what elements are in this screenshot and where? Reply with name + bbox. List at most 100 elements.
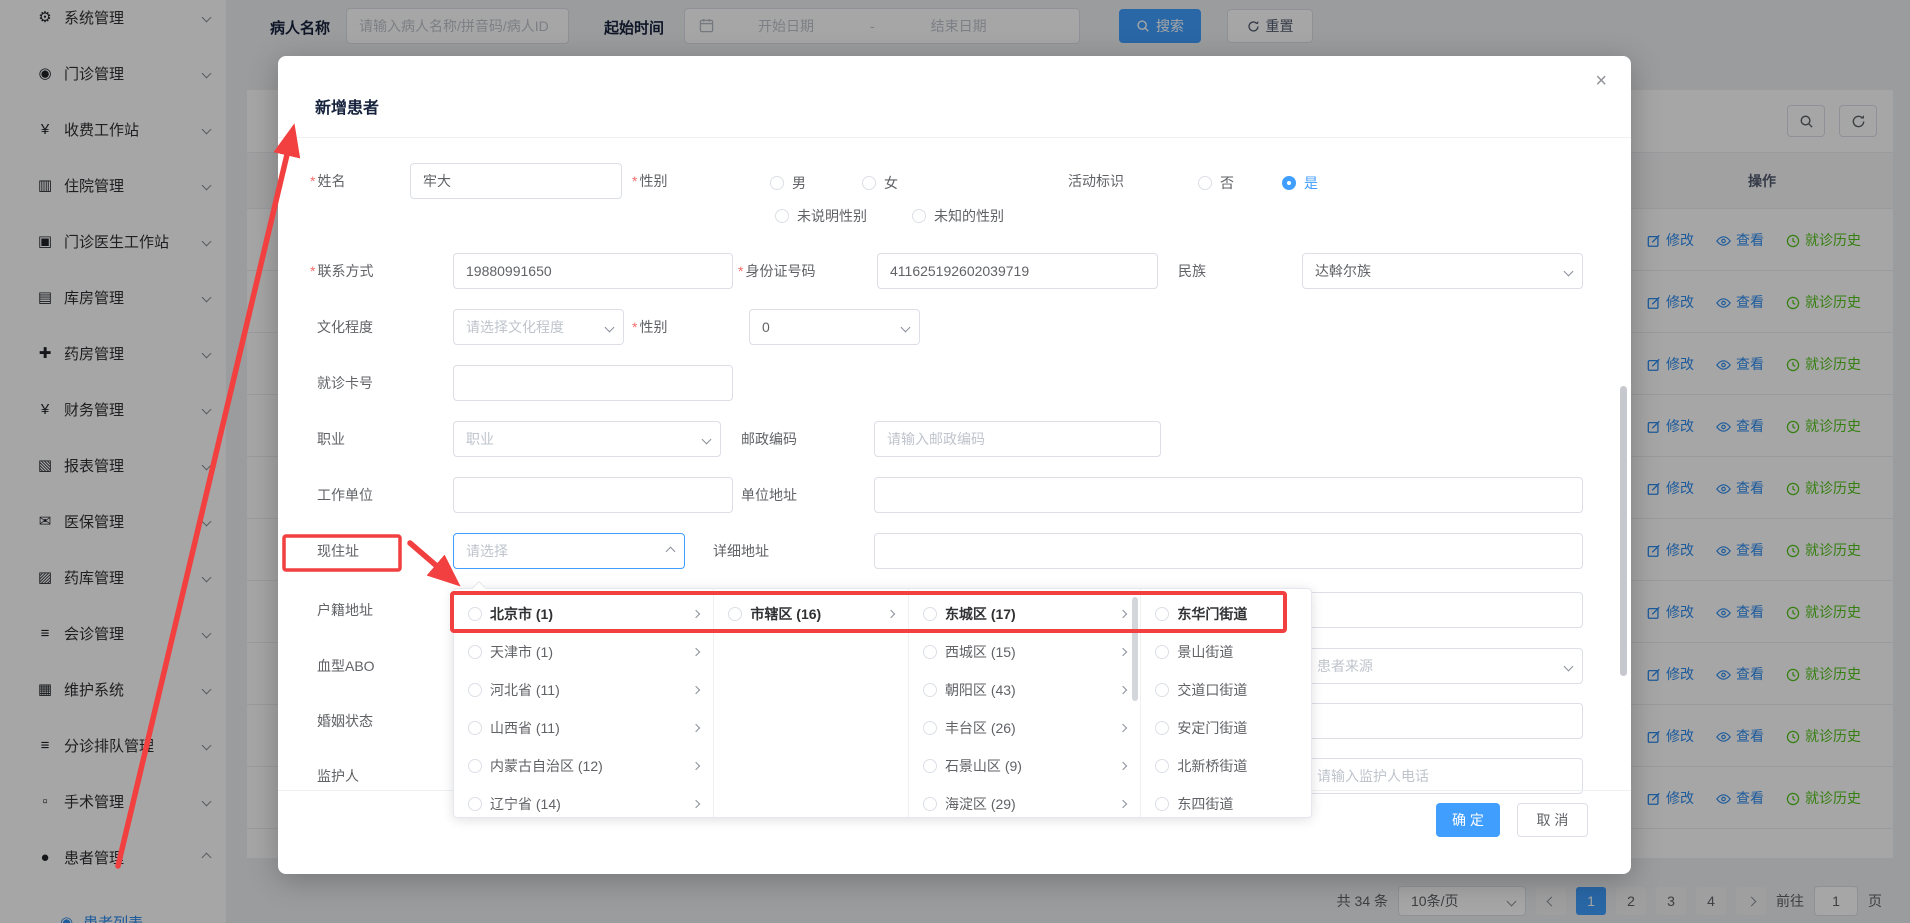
gender-radio-male[interactable]: 男: [770, 173, 806, 193]
radio-icon: [1155, 721, 1169, 735]
chevron-right-icon: [1119, 648, 1127, 656]
active-radio-yes[interactable]: 是: [1282, 173, 1318, 193]
radio-icon: [923, 683, 937, 697]
unit-addr-input[interactable]: [874, 477, 1583, 513]
cascader-option[interactable]: 交道口街道: [1141, 671, 1311, 709]
card-no-label: 就诊卡号: [317, 365, 373, 401]
cascader-column: 东城区 (17)西城区 (15)朝阳区 (43)丰台区 (26)石景山区 (9)…: [909, 589, 1141, 817]
radio-icon: [923, 759, 937, 773]
cascader-option[interactable]: 市辖区 (16): [714, 595, 908, 633]
column-scrollbar[interactable]: [1132, 597, 1138, 701]
cascader-option[interactable]: 安定门街道: [1141, 709, 1311, 747]
cascader-option[interactable]: 天津市 (1): [454, 633, 713, 671]
gender-radio-unknown[interactable]: 未知的性别: [912, 206, 1004, 226]
chevron-up-icon: [666, 546, 676, 556]
cascader-option[interactable]: 北新桥街道: [1141, 747, 1311, 785]
chevron-right-icon: [692, 800, 700, 808]
radio-icon: [1155, 797, 1169, 811]
radio-icon: [1155, 759, 1169, 773]
cascader-option[interactable]: 丰台区 (26): [909, 709, 1140, 747]
dialog-title: 新增患者: [315, 94, 379, 118]
gender-radio-female[interactable]: 女: [862, 173, 898, 193]
cascader-option[interactable]: 内蒙古自治区 (12): [454, 747, 713, 785]
chevron-right-icon: [1119, 762, 1127, 770]
cascader-option[interactable]: 西城区 (15): [909, 633, 1140, 671]
current-address-cascader[interactable]: 请选择: [453, 533, 685, 569]
cascader-option[interactable]: 东城区 (17): [909, 595, 1140, 633]
contact-input[interactable]: 19880991650: [453, 253, 733, 289]
chevron-right-icon: [1119, 800, 1127, 808]
cascader-option[interactable]: 东四街道: [1141, 785, 1311, 817]
radio-checked-icon: [1282, 176, 1296, 190]
chevron-right-icon: [692, 762, 700, 770]
chevron-right-icon: [692, 724, 700, 732]
id-number-label: 身份证号码: [738, 253, 815, 289]
guardian-label: 监护人: [317, 758, 359, 794]
cascader-column: 东华门街道景山街道交道口街道安定门街道北新桥街道东四街道: [1141, 589, 1311, 817]
chevron-down-icon: [901, 322, 911, 332]
cascader-option[interactable]: 海淀区 (29): [909, 785, 1140, 817]
id-number-input[interactable]: 411625192602039719: [877, 253, 1158, 289]
cascader-option[interactable]: 景山街道: [1141, 633, 1311, 671]
cascader-option[interactable]: 朝阳区 (43): [909, 671, 1140, 709]
chevron-down-icon: [702, 434, 712, 444]
occupation-select[interactable]: 职业: [453, 421, 721, 457]
radio-icon: [775, 209, 789, 223]
radio-icon: [923, 645, 937, 659]
work-unit-input[interactable]: [453, 477, 733, 513]
detail-addr-label: 详细地址: [713, 533, 769, 569]
chevron-right-icon: [1119, 724, 1127, 732]
work-unit-label: 工作单位: [317, 477, 373, 513]
cascader-column: 北京市 (1)天津市 (1)河北省 (11)山西省 (11)内蒙古自治区 (12…: [454, 589, 714, 817]
gender2-select[interactable]: 0: [749, 309, 920, 345]
current-address-label: 现住址: [317, 533, 359, 569]
marital-label: 婚姻状态: [317, 703, 373, 739]
divider: [278, 137, 1631, 138]
cascader-option[interactable]: 北京市 (1): [454, 595, 713, 633]
cascader-option[interactable]: 东华门街道: [1141, 595, 1311, 633]
gender-radio-unstated[interactable]: 未说明性别: [775, 206, 867, 226]
chevron-right-icon: [692, 686, 700, 694]
chevron-right-icon: [1119, 610, 1127, 618]
occupation-label: 职业: [317, 421, 345, 457]
radio-icon: [468, 797, 482, 811]
cancel-button[interactable]: 取 消: [1517, 803, 1588, 837]
add-patient-dialog: 新增患者 × 姓名 牢大 性别 男 女 活动标识 否 是 未说明性别 未知的性别…: [278, 56, 1631, 874]
name-label: 姓名: [310, 163, 345, 199]
cascader-option[interactable]: 石景山区 (9): [909, 747, 1140, 785]
radio-icon: [912, 209, 926, 223]
card-no-input[interactable]: [453, 365, 733, 401]
postal-input[interactable]: 请输入邮政编码: [874, 421, 1161, 457]
chevron-right-icon: [692, 648, 700, 656]
radio-icon: [862, 176, 876, 190]
ethnicity-select[interactable]: 达斡尔族: [1302, 253, 1583, 289]
chevron-right-icon: [887, 610, 895, 618]
radio-icon: [923, 721, 937, 735]
education-select[interactable]: 请选择文化程度: [453, 309, 624, 345]
cascader-option[interactable]: 河北省 (11): [454, 671, 713, 709]
radio-icon: [468, 645, 482, 659]
blood-type-label: 血型ABO: [317, 648, 375, 684]
ethnicity-label: 民族: [1178, 253, 1206, 289]
name-input[interactable]: 牢大: [410, 163, 622, 199]
gender2-label: 性别: [632, 309, 667, 345]
radio-icon: [770, 176, 784, 190]
detail-addr-input[interactable]: [874, 533, 1583, 569]
address-cascader-panel: 北京市 (1)天津市 (1)河北省 (11)山西省 (11)内蒙古自治区 (12…: [453, 588, 1312, 818]
chevron-down-icon: [605, 322, 615, 332]
chevron-right-icon: [1119, 686, 1127, 694]
chevron-right-icon: [692, 610, 700, 618]
household-label: 户籍地址: [317, 592, 373, 628]
radio-icon: [468, 721, 482, 735]
education-label: 文化程度: [317, 309, 373, 345]
radio-icon: [923, 797, 937, 811]
active-radio-no[interactable]: 否: [1198, 173, 1234, 193]
cascader-option[interactable]: 山西省 (11): [454, 709, 713, 747]
radio-icon: [1155, 607, 1169, 621]
modal-scrollbar[interactable]: [1620, 386, 1627, 676]
radio-icon: [468, 607, 482, 621]
cascader-option[interactable]: 辽宁省 (14): [454, 785, 713, 817]
close-icon[interactable]: ×: [1595, 70, 1607, 93]
radio-icon: [468, 683, 482, 697]
confirm-button[interactable]: 确 定: [1436, 803, 1500, 837]
